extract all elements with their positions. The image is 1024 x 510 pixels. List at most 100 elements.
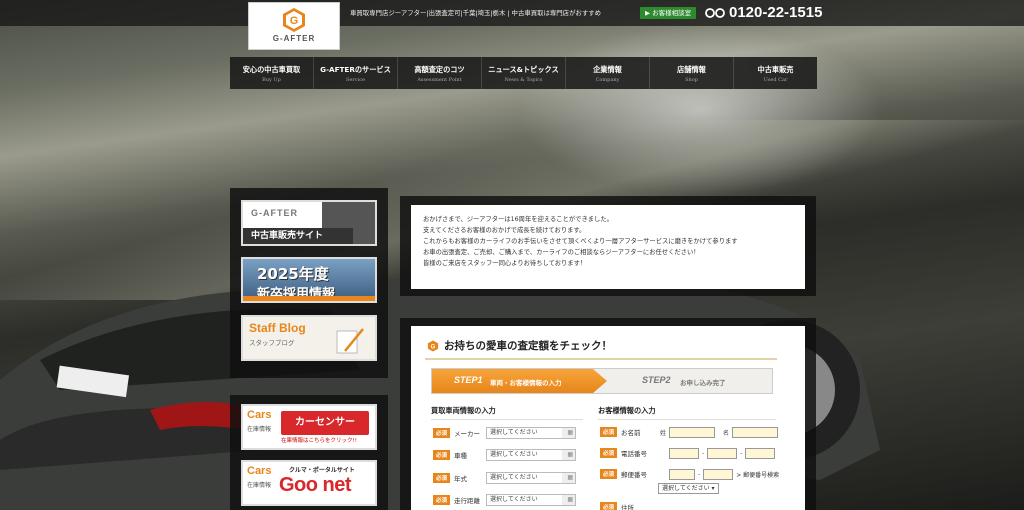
required-badge: 必須 xyxy=(600,427,618,437)
step-2-number: STEP2 xyxy=(642,375,671,385)
maker-label: メーカー xyxy=(454,430,481,438)
site-logo[interactable]: G G-AFTER xyxy=(248,2,340,50)
phone-contact[interactable]: 0120-22-1515 xyxy=(705,4,822,21)
nav-sub-label: Company xyxy=(595,77,620,83)
cars-label: Cars xyxy=(247,465,272,477)
notebook-pencil-icon xyxy=(336,328,364,354)
blog-subtitle: スタッフブログ xyxy=(249,339,295,347)
last-name-input[interactable] xyxy=(669,426,716,438)
year-label: 年式 xyxy=(454,475,468,483)
dropdown-icon: ▦ xyxy=(567,474,574,481)
nav-sub-label: Assessment Point xyxy=(417,77,462,83)
nav-company[interactable]: 企業情報 Company xyxy=(566,57,650,89)
message-line: 支えてくださるお客様のおかげで成長を続けております。 xyxy=(423,227,586,234)
zip-search-link[interactable]: > 郵便番号検索 xyxy=(736,470,779,479)
required-badge: 必須 xyxy=(433,450,451,460)
select-value: 選択してください xyxy=(490,451,538,458)
dropdown-icon: ▦ xyxy=(567,496,574,503)
form-steps: STEP1 車両・お客様情報の入力 STEP2 お申し込み完了 xyxy=(431,368,773,394)
customer-info-heading: お客様情報の入力 xyxy=(598,406,776,420)
message-line: お車の出張査定、ご売却、ご購入まで、カーライフのご相談ならジーアフターにお任せく… xyxy=(423,249,700,256)
separator: - xyxy=(702,449,705,457)
nav-sub-label: Shop xyxy=(685,77,698,83)
nav-label: 店舗情報 xyxy=(677,65,706,74)
mileage-select[interactable]: 選択してください ▦ xyxy=(486,494,577,506)
select-value: 選択してください xyxy=(490,429,538,436)
year-select[interactable]: 選択してください ▦ xyxy=(486,472,577,484)
nav-service[interactable]: G-AFTERのサービス Service xyxy=(314,57,398,89)
svg-text:G: G xyxy=(431,344,436,350)
nav-shop[interactable]: 店舗情報 Shop xyxy=(650,57,734,89)
tel-input-3[interactable] xyxy=(745,447,776,459)
carsensor-banner[interactable]: Cars 在庫情報 カーセンサー 在庫情報はこちらをクリック!! xyxy=(241,404,377,450)
required-badge: 必須 xyxy=(600,469,618,479)
first-name-input[interactable] xyxy=(732,426,779,438)
main-nav: 安心の中古車買取 Buy Up G-AFTERのサービス Service 高額査定の… xyxy=(230,57,817,89)
logo-text: G-AFTER xyxy=(272,34,316,43)
form-title-text: お持ちの愛車の査定額をチェック！ xyxy=(444,340,612,352)
nav-sub-label: Used Car xyxy=(763,77,788,83)
nav-label: 企業情報 xyxy=(593,65,622,74)
goonet-banner[interactable]: Cars 在庫情報 クルマ・ポータルサイト Goo net xyxy=(241,460,377,506)
nav-label: G-AFTERのサービス xyxy=(320,65,391,74)
used-car-site-banner[interactable]: G-AFTER 中古車販売サイト xyxy=(241,200,377,246)
maker-select[interactable]: 選択してください ▦ xyxy=(486,427,577,439)
message-line: これからもお客様のカーライフのお手伝いをさせて頂くべくより一層アフターサービスに… xyxy=(423,238,738,245)
step-1-active: STEP1 車両・お客様情報の入力 xyxy=(432,369,607,393)
message-line: おかげさまで、ジーアフターは16周年を迎えることができました。 xyxy=(423,216,613,223)
dropdown-icon: ▦ xyxy=(567,429,574,436)
goonet-logo: Goo net xyxy=(279,474,352,496)
dropdown-icon: ▦ xyxy=(567,451,574,458)
tel-row: 必須 電話番号 - - xyxy=(600,446,776,460)
address-label: 住所 xyxy=(621,504,635,510)
title-underline xyxy=(425,358,777,360)
select-value: 選択してください xyxy=(490,474,538,481)
banner-title: 中古車販売サイト xyxy=(243,228,353,244)
first-name-label: 名 xyxy=(723,429,730,437)
form-title: G お持ちの愛車の査定額をチェック！ xyxy=(427,338,612,353)
prefecture-select[interactable]: 選択してください ▾ xyxy=(658,482,719,494)
tel-label: 電話番号 xyxy=(621,450,648,458)
zip-input-2[interactable] xyxy=(703,468,734,480)
model-select[interactable]: 選択してください ▦ xyxy=(486,449,577,461)
zip-row: 必須 郵便番号 - > 郵便番号検索 xyxy=(600,467,782,481)
separator: - xyxy=(740,449,743,457)
zip-input-1[interactable] xyxy=(669,468,696,480)
model-label: 車種 xyxy=(454,452,468,460)
staff-blog-banner[interactable]: Staff Blog スタッフブログ xyxy=(241,315,377,361)
header-tagline: 車買取専門店ジーアフター|出張査定可|千葉|埼玉|栃木 | 中古車買取は専門店が… xyxy=(350,9,602,17)
nav-news-topics[interactable]: ニュース&トピックス News & Topics xyxy=(482,57,566,89)
zip-label: 郵便番号 xyxy=(621,471,648,479)
mileage-label: 走行距離 xyxy=(454,497,481,505)
carsensor-subtitle: 在庫情報はこちらをクリック!! xyxy=(281,438,357,444)
nav-assessment-point[interactable]: 高額査定のコツ Assessment Point xyxy=(398,57,482,89)
appraisal-form: G お持ちの愛車の査定額をチェック！ STEP1 車両・お客様情報の入力 STE… xyxy=(411,326,805,510)
tel-input-1[interactable] xyxy=(669,447,700,459)
nav-used-car[interactable]: 中古車販売 Used Car xyxy=(734,57,817,89)
recruit-banner[interactable]: 2025年度 新卒採用情報 xyxy=(241,257,377,303)
customer-consultation-button[interactable]: ▶ お客様相談室 xyxy=(640,7,697,19)
banner-accent-bar xyxy=(243,296,375,301)
select-value: 選択してください xyxy=(490,496,538,503)
stock-label: 在庫情報 xyxy=(247,426,272,433)
nav-sub-label: News & Topics xyxy=(504,77,543,83)
g-logo-icon: G xyxy=(427,339,439,352)
nav-buy-up[interactable]: 安心の中古車買取 Buy Up xyxy=(230,57,314,89)
mileage-row: 必須 走行距離 選択してください ▦ xyxy=(433,493,577,507)
name-row: 必須 お名前 姓 名 xyxy=(600,425,779,439)
carsensor-logo: カーセンサー xyxy=(281,411,369,435)
required-badge: 必須 xyxy=(600,448,618,458)
step-1-label: 車両・お客様情報の入力 xyxy=(490,379,562,387)
nav-sub-label: Buy Up xyxy=(262,77,281,83)
stock-label: 在庫情報 xyxy=(247,482,272,489)
tel-input-2[interactable] xyxy=(707,447,738,459)
required-badge: 必須 xyxy=(600,502,618,510)
address-row: 必須 住所 xyxy=(600,500,657,510)
goonet-tagline: クルマ・ポータルサイト xyxy=(289,467,355,474)
separator: - xyxy=(698,470,701,478)
nav-label: ニュース&トピックス xyxy=(488,65,559,74)
name-label: お名前 xyxy=(621,429,641,437)
year-row: 必須 年式 選択してください ▦ xyxy=(433,471,577,485)
greeting-message: おかげさまで、ジーアフターは16周年を迎えることができました。 支えてくださるお… xyxy=(411,205,805,289)
phone-number: 0120-22-1515 xyxy=(729,4,823,21)
